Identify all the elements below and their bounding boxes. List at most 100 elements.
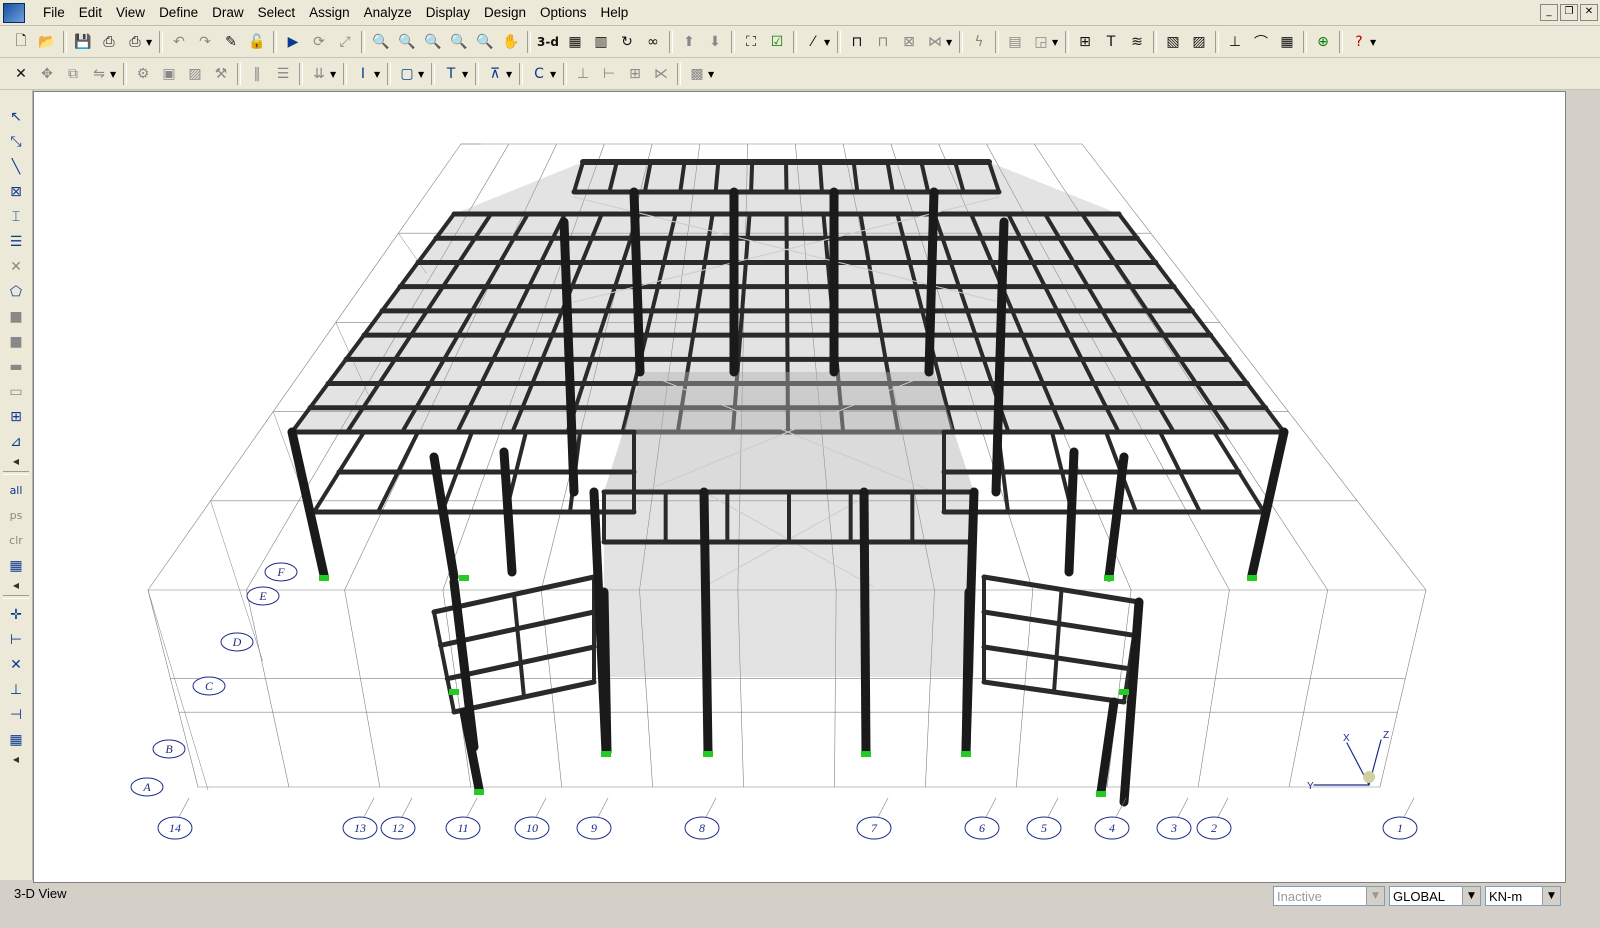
plan-view-icon[interactable]: ▦ bbox=[564, 31, 586, 53]
draw-brace-icon[interactable]: ✕ bbox=[3, 254, 29, 279]
chevron-down-icon[interactable]: ▼ bbox=[1366, 887, 1384, 905]
chevron-down-icon[interactable]: ▼ bbox=[330, 70, 338, 79]
reshape-icon[interactable]: ⤡ bbox=[3, 129, 29, 154]
chevron-down-icon[interactable]: ▼ bbox=[824, 38, 832, 47]
menu-view[interactable]: View bbox=[109, 0, 152, 25]
layers-icon[interactable]: ≋ bbox=[1126, 31, 1148, 53]
spring-icon[interactable]: ⊞ bbox=[624, 63, 646, 85]
model-3d-view[interactable]: 14 13 12 11 10 9 8 7 6 5 4 3 2 1 F E D C B A Y X Z bbox=[33, 91, 1566, 883]
story-icon[interactable]: ⊥ bbox=[572, 63, 594, 85]
zoom-extents-icon[interactable]: 🔍 bbox=[448, 31, 470, 53]
menu-options[interactable]: Options bbox=[533, 0, 594, 25]
chevron-down-icon[interactable]: ▼ bbox=[1542, 887, 1560, 905]
menu-edit[interactable]: Edit bbox=[72, 0, 109, 25]
units-select[interactable]: KN-m ▼ bbox=[1485, 886, 1561, 906]
assign-joint-icon[interactable]: ⚙ bbox=[132, 63, 154, 85]
menu-help[interactable]: Help bbox=[594, 0, 636, 25]
snap-points-icon[interactable]: ✛ bbox=[3, 602, 29, 627]
coordinate-system-select[interactable]: GLOBAL ▼ bbox=[1389, 886, 1481, 906]
draw-wall-icon[interactable]: ▬ bbox=[3, 354, 29, 379]
snap-perpendicular-icon[interactable]: ⊥ bbox=[3, 677, 29, 702]
menu-analyze[interactable]: Analyze bbox=[357, 0, 419, 25]
text-icon[interactable]: T bbox=[1100, 31, 1122, 53]
draw-grid-icon[interactable]: ⊞ bbox=[3, 404, 29, 429]
menu-define[interactable]: Define bbox=[152, 0, 205, 25]
zoom-out-icon[interactable]: 🔍 bbox=[422, 31, 444, 53]
assign-area-icon[interactable]: ▨ bbox=[184, 63, 206, 85]
design-icon[interactable]: ⊥ bbox=[1224, 31, 1246, 53]
lightning-icon[interactable]: ϟ bbox=[968, 31, 990, 53]
menu-draw[interactable]: Draw bbox=[205, 0, 251, 25]
expand-icon[interactable]: ◀ bbox=[3, 578, 29, 592]
snap-ends-icon[interactable]: ⊢ bbox=[3, 627, 29, 652]
pencil-icon[interactable]: ✎ bbox=[220, 31, 242, 53]
brace-icon[interactable]: ⊠ bbox=[898, 31, 920, 53]
draw-quad-icon[interactable]: ■ bbox=[3, 329, 29, 354]
object-shrink-icon[interactable]: ⛶ bbox=[740, 31, 762, 53]
menu-display[interactable]: Display bbox=[419, 0, 477, 25]
truss-icon[interactable]: ⋈ bbox=[924, 31, 946, 53]
new-file-icon[interactable]: 🗋 bbox=[10, 31, 32, 53]
pan-icon[interactable]: ⤢ bbox=[334, 31, 356, 53]
curve-icon[interactable]: ⌒ bbox=[1250, 31, 1272, 53]
move-down-icon[interactable]: ⬇ bbox=[704, 31, 726, 53]
mirror-icon[interactable]: ⇋ bbox=[88, 63, 110, 85]
minimize-button[interactable]: _ bbox=[1540, 4, 1558, 21]
clear-selection-icon[interactable]: clr bbox=[3, 528, 29, 553]
draw-column-icon[interactable]: ⌶ bbox=[3, 204, 29, 229]
chevron-down-icon[interactable]: ▼ bbox=[946, 38, 954, 47]
select-previous-icon[interactable]: ps bbox=[3, 503, 29, 528]
frame-icon[interactable]: ⊓ bbox=[846, 31, 868, 53]
section-box-icon[interactable]: ▢ bbox=[396, 63, 418, 85]
draw-area-icon[interactable]: ⬠ bbox=[3, 279, 29, 304]
expand-icon[interactable]: ◀ bbox=[3, 752, 29, 766]
help-icon[interactable]: ? bbox=[1348, 31, 1370, 53]
snap-lines-icon[interactable]: ⊣ bbox=[3, 702, 29, 727]
print-setup-icon[interactable]: ⎙ bbox=[124, 31, 146, 53]
release-icon[interactable]: ⋉ bbox=[650, 63, 672, 85]
analysis-icon[interactable]: ▨ bbox=[1188, 31, 1210, 53]
move-icon[interactable]: ✥ bbox=[36, 63, 58, 85]
replicate-icon[interactable]: ⧉ bbox=[62, 63, 84, 85]
zoom-window-icon[interactable]: 🔍 bbox=[370, 31, 392, 53]
columns-icon[interactable]: ‖ bbox=[246, 63, 268, 85]
redo-icon[interactable]: ↷ bbox=[194, 31, 216, 53]
cross-icon[interactable]: ✕ bbox=[10, 63, 32, 85]
chevron-down-icon[interactable]: ▼ bbox=[550, 70, 558, 79]
run-icon[interactable]: ▶ bbox=[282, 31, 304, 53]
chevron-down-icon[interactable]: ▼ bbox=[1370, 38, 1378, 47]
perspective-icon[interactable]: ∞ bbox=[642, 31, 664, 53]
chevron-down-icon[interactable]: ▼ bbox=[110, 70, 118, 79]
inactive-select[interactable]: Inactive ▼ bbox=[1273, 886, 1385, 906]
options-icon[interactable]: ⊕ bbox=[1312, 31, 1334, 53]
elevation-view-icon[interactable]: ▥ bbox=[590, 31, 612, 53]
lock-icon[interactable]: 🔓 bbox=[246, 31, 268, 53]
save-icon[interactable]: 💾 bbox=[72, 31, 94, 53]
print-icon[interactable]: ⎙ bbox=[98, 31, 120, 53]
chevron-down-icon[interactable]: ▼ bbox=[506, 70, 514, 79]
portal-icon[interactable]: ⊓ bbox=[872, 31, 894, 53]
section-i-icon[interactable]: I bbox=[352, 63, 374, 85]
mesh-icon[interactable]: ▦ bbox=[1276, 31, 1298, 53]
menu-file[interactable]: File bbox=[36, 0, 72, 25]
chevron-down-icon[interactable]: ▼ bbox=[418, 70, 426, 79]
refresh-icon[interactable]: ⟳ bbox=[308, 31, 330, 53]
restore-button[interactable]: ❐ bbox=[1560, 4, 1578, 21]
expand-icon[interactable]: ◀ bbox=[3, 454, 29, 468]
draw-rect-icon[interactable]: ■ bbox=[3, 304, 29, 329]
select-intersect-icon[interactable]: ▦ bbox=[3, 553, 29, 578]
open-icon[interactable]: 📂 bbox=[36, 31, 58, 53]
draw-beam-icon[interactable]: ☰ bbox=[3, 229, 29, 254]
image-icon[interactable]: ▧ bbox=[1162, 31, 1184, 53]
app-icon[interactable] bbox=[3, 3, 25, 23]
undo-icon[interactable]: ↶ bbox=[168, 31, 190, 53]
display-icon[interactable]: ▩ bbox=[686, 63, 708, 85]
chevron-down-icon[interactable]: ▼ bbox=[146, 38, 154, 47]
link-icon[interactable]: ⊢ bbox=[598, 63, 620, 85]
section-c-icon[interactable]: C bbox=[528, 63, 550, 85]
menu-select[interactable]: Select bbox=[251, 0, 303, 25]
draw-section-icon[interactable]: ⊿ bbox=[3, 429, 29, 454]
chart-icon[interactable]: ◲ bbox=[1030, 31, 1052, 53]
section-t-icon[interactable]: T bbox=[440, 63, 462, 85]
pointer-icon[interactable]: ↖ bbox=[3, 104, 29, 129]
